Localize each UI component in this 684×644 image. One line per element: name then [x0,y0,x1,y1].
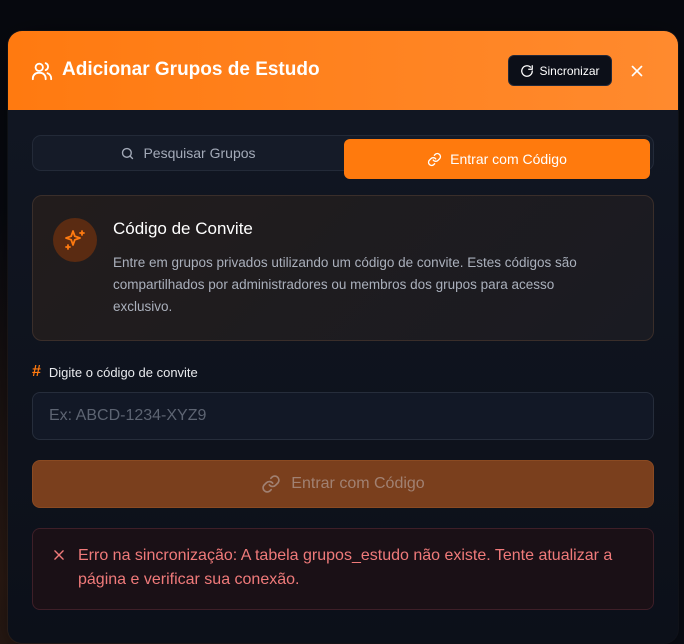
close-icon[interactable] [628,62,646,80]
tab-search-label: Pesquisar Grupos [143,145,256,161]
info-description: Entre em grupos privados utilizando um c… [113,255,577,314]
info-title: Código de Convite [113,219,253,238]
invite-code-input[interactable] [32,392,654,440]
invite-code-info-card: Código de Convite Entre em grupos privad… [32,195,654,341]
refresh-icon [521,64,534,77]
error-message: Erro na sincronização: A tabela grupos_e… [78,547,613,588]
join-with-code-button[interactable]: Entrar com Código [32,460,654,508]
sync-button-label: Sincronizar [539,63,600,78]
search-icon [122,147,134,159]
invite-code-label-text: Digite o código de convite [48,364,198,380]
add-study-groups-modal: Adicionar Grupos de Estudo Sincronizar P… [8,31,678,643]
tab-bar: Pesquisar Grupos Entrar com Código [32,135,654,179]
link-icon [428,152,442,166]
sync-button[interactable]: Sincronizar [508,55,612,86]
users-icon [31,62,53,81]
sparkle-icon-badge [53,218,97,262]
hash-icon: # [32,363,41,380]
tab-code-label: Entrar com Código [450,151,567,167]
error-x-icon [54,550,64,560]
join-button-label: Entrar com Código [291,475,425,492]
invite-code-label: # Digite o código de convite [32,363,198,381]
error-alert: Erro na sincronização: A tabela grupos_e… [32,528,654,610]
tab-join-with-code[interactable]: Entrar com Código [344,139,650,179]
modal-title: Adicionar Grupos de Estudo [62,59,320,80]
sparkle-icon [65,230,85,250]
modal-header: Adicionar Grupos de Estudo Sincronizar [8,31,678,110]
modal-body: Pesquisar Grupos Entrar com Código Códig… [8,110,678,643]
tab-search-groups[interactable]: Pesquisar Grupos [33,136,343,170]
link-icon [262,475,281,493]
